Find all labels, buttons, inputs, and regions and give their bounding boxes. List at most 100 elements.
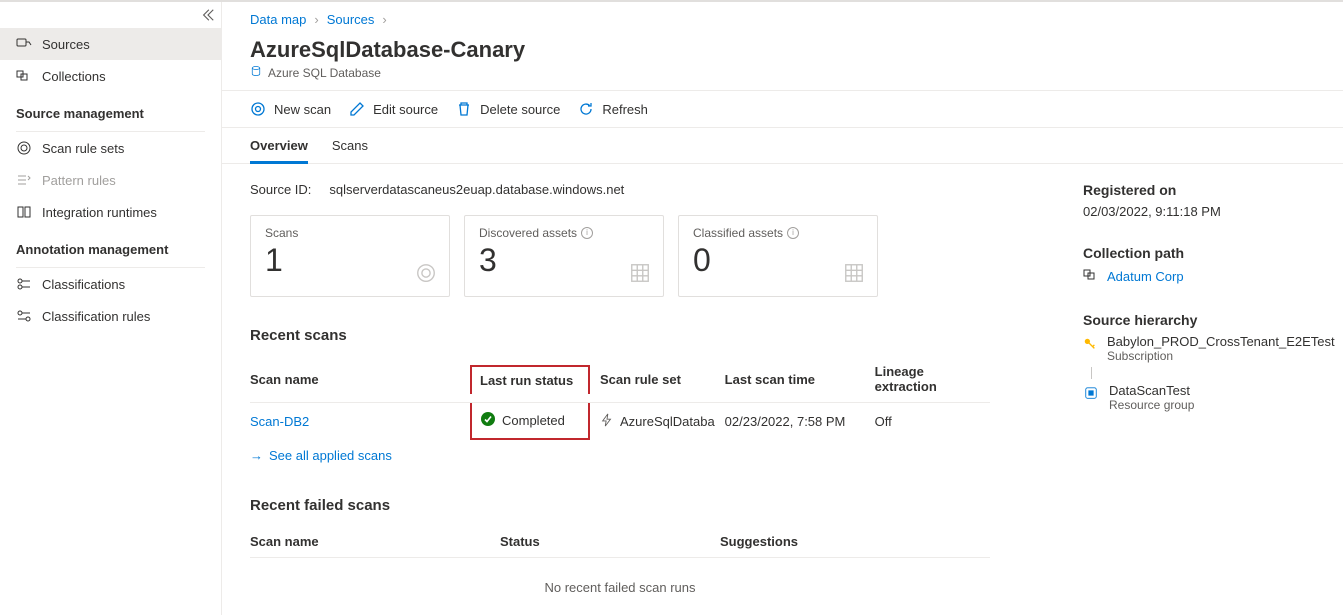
page-subtitle: Azure SQL Database [250, 65, 1315, 80]
sidebar-item-label: Classification rules [42, 309, 150, 324]
sql-database-icon [250, 65, 262, 80]
sidebar-item-label: Integration runtimes [42, 205, 157, 220]
source-id-row: Source ID: sqlserverdatascaneus2euap.dat… [250, 182, 1035, 197]
lineage-value: Off [875, 403, 990, 441]
target-icon [16, 140, 32, 156]
card-classified-assets[interactable]: Classified assets i 0 [678, 215, 878, 297]
chevron-right-icon: › [382, 12, 386, 27]
th-scan-name: Scan name [250, 526, 500, 558]
recent-scans-table: Scan name Last run status Scan rule set … [250, 356, 990, 440]
no-failed-runs-text: No recent failed scan runs [250, 558, 990, 615]
collection-path-link[interactable]: Adatum Corp [1083, 267, 1323, 286]
metadata-panel: Registered on 02/03/2022, 9:11:18 PM Col… [1063, 164, 1343, 615]
classification-rules-icon [16, 308, 32, 324]
card-label: Discovered assets i [479, 226, 649, 240]
hierarchy-node-resource-group[interactable]: DataScanTest Resource group [1083, 383, 1323, 412]
th-scan-rule-set: Scan rule set [590, 356, 725, 403]
target-icon [415, 262, 437, 284]
source-id-label: Source ID: [250, 182, 311, 197]
sidebar-item-integration-runtimes[interactable]: Integration runtimes [0, 196, 221, 228]
card-label: Classified assets i [693, 226, 863, 240]
sidebar-item-scan-rule-sets[interactable]: Scan rule sets [0, 132, 221, 164]
recent-scans-title: Recent scans [250, 327, 1035, 344]
sidebar-item-pattern-rules[interactable]: Pattern rules [0, 164, 221, 196]
source-id-value: sqlserverdatascaneus2euap.database.windo… [329, 182, 624, 197]
button-label: New scan [274, 102, 331, 117]
pencil-icon [349, 101, 365, 117]
sidebar-item-label: Sources [42, 37, 90, 52]
tab-scans[interactable]: Scans [332, 128, 368, 163]
registered-on-value: 02/03/2022, 9:11:18 PM [1083, 204, 1323, 219]
subtitle-text: Azure SQL Database [268, 66, 381, 80]
info-icon[interactable]: i [581, 227, 593, 239]
new-scan-button[interactable]: New scan [250, 101, 331, 117]
breadcrumb-sources[interactable]: Sources [327, 12, 375, 27]
grid-icon [629, 262, 651, 284]
breadcrumb: Data map › Sources › [222, 2, 1343, 33]
refresh-button[interactable]: Refresh [578, 101, 648, 117]
hierarchy-node-subscription[interactable]: Babylon_PROD_CrossTenant_E2ETest Subscri… [1083, 334, 1323, 363]
collection-icon [1083, 267, 1099, 286]
card-discovered-assets[interactable]: Discovered assets i 3 [464, 215, 664, 297]
grid-icon [843, 262, 865, 284]
th-last-run-status: Last run status [470, 365, 590, 394]
recent-failed-scans-title: Recent failed scans [250, 497, 1035, 514]
card-scans[interactable]: Scans 1 [250, 215, 450, 297]
card-label: Scans [265, 226, 435, 240]
table-row: Scan-DB2 Completed [250, 403, 990, 441]
resource-group-icon [1083, 385, 1099, 401]
hierarchy-name: DataScanTest [1109, 383, 1194, 398]
card-value: 0 [693, 242, 863, 279]
edit-source-button[interactable]: Edit source [349, 101, 438, 117]
status-cell: Completed [480, 411, 580, 430]
classifications-icon [16, 276, 32, 292]
card-value: 3 [479, 242, 649, 279]
sources-icon [16, 36, 32, 52]
sidebar-section-annotation-management: Annotation management [0, 228, 221, 263]
th-last-scan-time: Last scan time [725, 356, 875, 403]
toolbar: New scan Edit source Delete source Refre… [222, 91, 1343, 128]
key-icon [1083, 336, 1097, 352]
th-suggestions: Suggestions [720, 526, 990, 558]
failed-scans-table: Scan name Status Suggestions No recent f… [250, 526, 990, 615]
chevron-right-icon: › [314, 12, 318, 27]
tab-overview[interactable]: Overview [250, 128, 308, 164]
hierarchy-name: Babylon_PROD_CrossTenant_E2ETest [1107, 334, 1335, 349]
breadcrumb-data-map[interactable]: Data map [250, 12, 306, 27]
arrow-right-icon: → [250, 448, 263, 463]
button-label: Edit source [373, 102, 438, 117]
page-title: AzureSqlDatabase-Canary [250, 37, 1315, 63]
success-check-icon [480, 411, 496, 430]
sidebar-item-classification-rules[interactable]: Classification rules [0, 300, 221, 332]
sidebar-item-label: Pattern rules [42, 173, 116, 188]
last-scan-time: 02/23/2022, 7:58 PM [725, 403, 875, 441]
info-icon[interactable]: i [787, 227, 799, 239]
th-status: Status [500, 526, 720, 558]
target-icon [250, 101, 266, 117]
see-all-applied-scans-link[interactable]: → See all applied scans [250, 448, 392, 463]
scan-name-link[interactable]: Scan-DB2 [250, 414, 309, 429]
card-value: 1 [265, 242, 435, 279]
delete-source-button[interactable]: Delete source [456, 101, 560, 117]
hierarchy-type: Resource group [1109, 398, 1194, 412]
sidebar-item-sources[interactable]: Sources [0, 28, 221, 60]
collection-path-label: Collection path [1083, 245, 1323, 261]
sidebar-item-classifications[interactable]: Classifications [0, 268, 221, 300]
sidebar-item-label: Classifications [42, 277, 125, 292]
main-panel: Data map › Sources › AzureSqlDatabase-Ca… [222, 2, 1343, 615]
sidebar-item-label: Scan rule sets [42, 141, 124, 156]
hierarchy-connector [1091, 367, 1323, 379]
stats-cards: Scans 1 Discovered assets i 3 [250, 215, 1035, 297]
button-label: Delete source [480, 102, 560, 117]
tabs: Overview Scans [222, 128, 1343, 164]
sidebar-item-collections[interactable]: Collections [0, 60, 221, 92]
collapse-sidebar-icon[interactable] [201, 8, 215, 25]
ruleset-text: AzureSqlDataba [620, 414, 715, 429]
button-label: Refresh [602, 102, 648, 117]
source-hierarchy-label: Source hierarchy [1083, 312, 1323, 328]
page-header: AzureSqlDatabase-Canary Azure SQL Databa… [222, 33, 1343, 91]
sidebar-item-label: Collections [42, 69, 106, 84]
th-lineage-extraction: Lineage extraction [875, 356, 990, 403]
sidebar-section-source-management: Source management [0, 92, 221, 127]
refresh-icon [578, 101, 594, 117]
